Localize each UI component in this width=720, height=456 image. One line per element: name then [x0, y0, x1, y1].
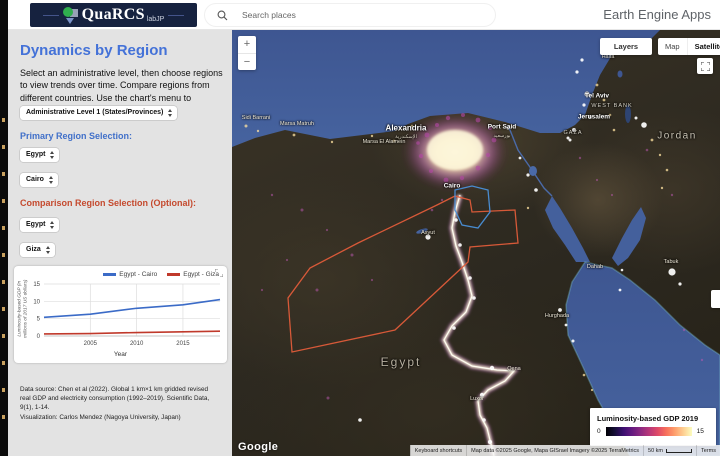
- chart-legend: Egypt - Cairo Egypt - Giza: [14, 271, 219, 278]
- primary-country-select[interactable]: Egypt: [20, 148, 59, 162]
- earth-engine-app: QuaRCS labJP Search places Earth Engine …: [0, 0, 720, 456]
- dead-sea: [625, 105, 631, 123]
- logo-subtitle: labJP: [147, 16, 165, 23]
- search-icon: [217, 10, 228, 21]
- data-source-note: Data source: Chen et al (2022). Global 1…: [20, 386, 218, 413]
- admin-level-select[interactable]: Administrative Level 1 (States/Provinces…: [20, 106, 177, 120]
- stepper-icon: [49, 176, 53, 184]
- svg-text:5: 5: [37, 317, 41, 323]
- gulf-of-aqaba: [612, 207, 646, 266]
- scale-line: [666, 449, 692, 453]
- top-header: QuaRCS labJP Search places Earth Engine …: [0, 0, 720, 30]
- giza-region-outline: [288, 196, 518, 352]
- chart-x-axis-label: Year: [14, 351, 227, 358]
- svg-text:15: 15: [33, 282, 40, 288]
- satellite-type-button[interactable]: Satellite: [687, 38, 720, 55]
- map-data-attribution: Map data ©2025 Google, Mapa GISrael Imag…: [466, 445, 643, 456]
- svg-text:2010: 2010: [130, 341, 144, 347]
- svg-text:0: 0: [37, 334, 41, 340]
- svg-text:2015: 2015: [176, 341, 190, 347]
- legend-line-swatch: [103, 273, 116, 276]
- chart-legend-item: Egypt - Giza: [167, 271, 219, 278]
- stepper-icon: [50, 221, 54, 229]
- chart-y-axis-label: Luminosity-based GDP (in millions of 201…: [17, 277, 29, 341]
- google-logo: Google: [238, 441, 278, 453]
- trend-chart-card: Egypt - Cairo Egypt - Giza 0 5 10 15 2005 2010…: [14, 266, 227, 363]
- terms-link[interactable]: Terms: [696, 445, 720, 456]
- cairo-region-outline: [455, 186, 490, 228]
- primary-region-select[interactable]: Cairo: [20, 173, 58, 187]
- svg-text:10: 10: [33, 299, 40, 305]
- map-legend-title: Luminosity-based GDP 2019: [597, 414, 709, 423]
- earth-engine-apps-label: Earth Engine Apps: [603, 7, 711, 22]
- stepper-icon: [168, 109, 172, 117]
- suez-canal: [508, 125, 552, 196]
- zoom-out-button[interactable]: −: [238, 54, 256, 71]
- legend-series-label: Egypt - Giza: [183, 271, 219, 278]
- logo-title: QuaRCS: [82, 6, 145, 24]
- legend-series-label: Egypt - Cairo: [119, 271, 157, 278]
- basemap-toggle: Map Satellite: [658, 38, 720, 55]
- sea-of-galilee: [618, 71, 623, 78]
- window-edge-strip: [0, 0, 8, 456]
- svg-text:2005: 2005: [84, 341, 98, 347]
- quarcs-logo[interactable]: QuaRCS labJP: [30, 3, 197, 27]
- stepper-icon: [50, 151, 54, 159]
- zoom-control: + −: [238, 36, 256, 70]
- chart-legend-item: Egypt - Cairo: [103, 271, 157, 278]
- legend-line-swatch: [167, 273, 180, 276]
- logo-circuit-line: [168, 15, 184, 16]
- lake-qarun: [416, 227, 429, 235]
- quarcs-logo-icon: [63, 7, 78, 23]
- fullscreen-icon: [701, 62, 710, 71]
- primary-selection-heading: Primary Region Selection:: [20, 131, 132, 141]
- map-legend: Luminosity-based GDP 2019 0 15: [590, 408, 716, 446]
- layers-button[interactable]: Layers: [600, 38, 652, 55]
- comparison-country-select[interactable]: Egypt: [20, 218, 59, 232]
- map-canvas[interactable]: Sidi Barrani Marsa Matruh Marsa El Alame…: [232, 30, 720, 456]
- fullscreen-button[interactable]: [697, 58, 713, 74]
- line-chart[interactable]: 0 5 10 15 2005 2010 2015: [14, 280, 227, 350]
- comparison-region-select[interactable]: Giza: [20, 243, 55, 257]
- map-attribution-bar: Keyboard shortcuts Map data ©2025 Google…: [410, 445, 720, 456]
- bitter-lake: [529, 166, 537, 176]
- pegman-control[interactable]: [711, 290, 720, 308]
- zoom-in-button[interactable]: +: [238, 36, 256, 54]
- control-panel: Dynamics by Region Select an administrat…: [8, 30, 232, 456]
- search-input[interactable]: Search places: [204, 3, 496, 27]
- legend-min-value: 0: [597, 428, 601, 435]
- map-scale-bar: 50 km: [643, 445, 696, 456]
- legend-max-value: 15: [697, 428, 704, 435]
- search-placeholder: Search places: [242, 10, 296, 20]
- panel-title: Dynamics by Region: [20, 42, 168, 59]
- visualization-credit: Visualization: Carlos Mendez (Nagoya Uni…: [20, 414, 218, 423]
- keyboard-shortcuts-link[interactable]: Keyboard shortcuts: [410, 445, 466, 456]
- nile-valley-glow: [444, 195, 514, 456]
- comparison-selection-heading: Comparison Region Selection (Optional):: [20, 198, 196, 208]
- legend-color-ramp: [606, 427, 692, 436]
- map-geography-layer: [232, 30, 720, 456]
- logo-circuit-line: [43, 15, 59, 16]
- map-type-button[interactable]: Map: [658, 38, 687, 55]
- stepper-icon: [46, 246, 50, 254]
- gulf-of-suez: [545, 196, 590, 262]
